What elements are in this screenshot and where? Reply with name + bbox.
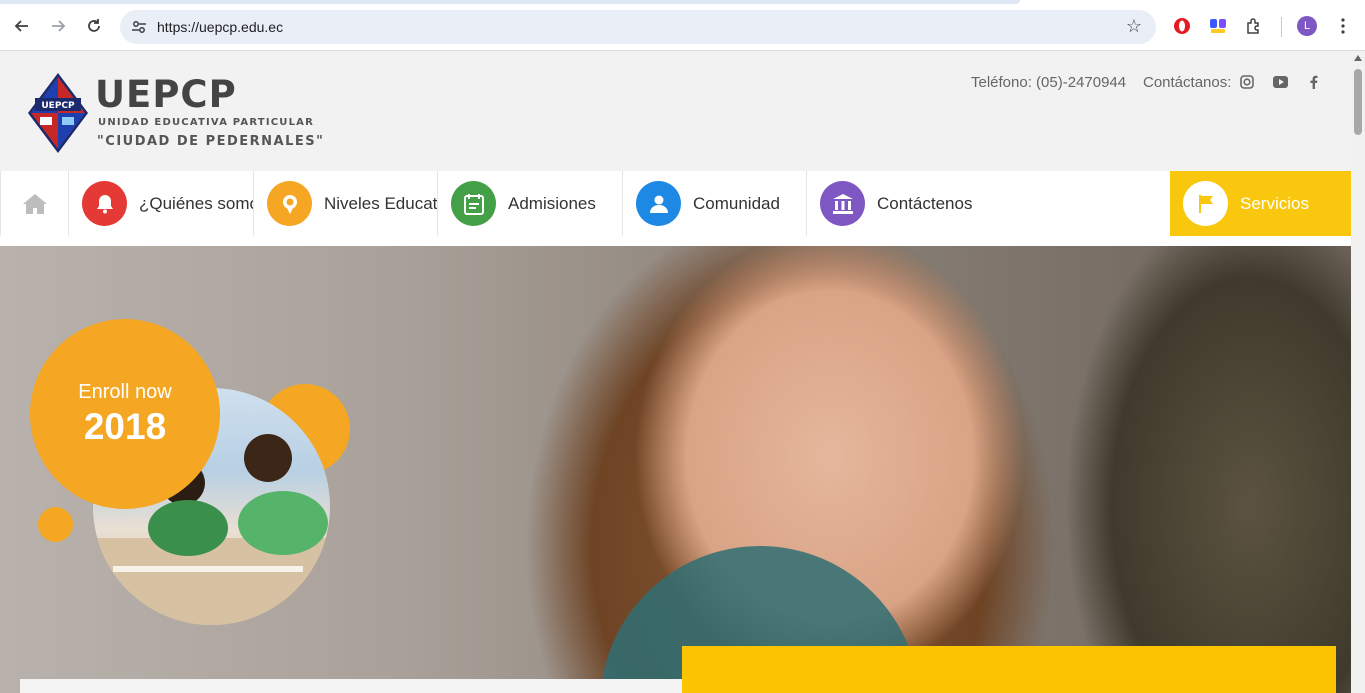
calendar-icon <box>451 181 496 226</box>
menu-label: ¿Quiénes somos? <box>139 193 253 213</box>
bank-icon <box>820 181 865 226</box>
menu-item-admisiones[interactable]: Admisiones <box>438 171 623 236</box>
menu-item-contactenos[interactable]: Contáctenos <box>807 171 992 236</box>
page-scrollbar[interactable] <box>1351 51 1365 693</box>
logo-text: UEPCP <box>41 101 75 111</box>
brand-subtitle: UNIDAD EDUCATIVA PARTICULAR <box>98 117 315 128</box>
content-panel <box>20 679 682 693</box>
hero-banner: Enroll now 2018 <box>0 246 1351 693</box>
reload-button[interactable] <box>82 14 106 38</box>
contact-label: Contáctanos: <box>1143 74 1232 91</box>
flag-icon <box>1183 181 1228 226</box>
tab-strip-edge <box>0 0 1020 4</box>
opera-extension-icon[interactable] <box>1172 16 1192 36</box>
url-text[interactable]: https://uepcp.edu.ec <box>157 19 283 35</box>
brand-name[interactable]: UEPCP <box>95 73 237 116</box>
arrow-right-icon <box>52 20 66 32</box>
arrow-left-icon <box>14 20 28 32</box>
menu-label: Admisiones <box>508 193 596 213</box>
translate-extension-icon[interactable] <box>1208 16 1228 36</box>
instagram-icon[interactable] <box>1239 74 1255 90</box>
services-label: Servicios <box>1240 193 1309 213</box>
back-button[interactable] <box>10 14 34 38</box>
reload-icon <box>88 19 100 32</box>
extensions-puzzle-icon[interactable] <box>1244 16 1264 36</box>
youtube-icon[interactable] <box>1272 74 1288 90</box>
phone-text: Teléfono: (05)-2470944 <box>971 74 1127 91</box>
bell-icon <box>82 181 127 226</box>
site-header: UEPCP UEPCP UNIDAD EDUCATIVA PARTICULAR … <box>0 51 1351 171</box>
profile-initial: L <box>1303 20 1311 32</box>
home-button[interactable] <box>0 171 69 236</box>
profile-avatar[interactable]: L <box>1297 16 1317 36</box>
decor-dot <box>38 507 73 542</box>
highlight-panel <box>682 646 1336 693</box>
school-logo[interactable]: UEPCP <box>26 71 90 155</box>
menu-item-niveles-educativos[interactable]: Niveles Educativos <box>254 171 438 236</box>
menu-label: Comunidad <box>693 193 780 213</box>
facebook-icon[interactable] <box>1305 74 1321 90</box>
scrollbar-thumb[interactable] <box>1354 69 1362 135</box>
menu-item-comunidad[interactable]: Comunidad <box>623 171 807 236</box>
enroll-text: Enroll now <box>78 380 172 403</box>
site-settings-icon[interactable] <box>130 18 148 36</box>
main-navigation: ¿Quiénes somos? Niveles Educativos Admis… <box>0 171 1351 246</box>
user-icon <box>636 181 681 226</box>
brand-subtitle-city: "CIUDAD DE PEDERNALES" <box>97 134 325 149</box>
enroll-now-badge[interactable]: Enroll now 2018 <box>30 319 220 509</box>
menu-item-quienes-somos[interactable]: ¿Quiénes somos? <box>69 171 254 236</box>
browser-menu-icon[interactable] <box>1333 16 1353 36</box>
address-bar[interactable]: https://uepcp.edu.ec ☆ <box>120 10 1156 44</box>
bookmark-star-icon[interactable]: ☆ <box>1126 16 1142 37</box>
award-icon <box>267 181 312 226</box>
scroll-up-arrow-icon[interactable] <box>1354 55 1362 61</box>
browser-toolbar: https://uepcp.edu.ec ☆ L <box>0 0 1365 51</box>
services-button[interactable]: Servicios <box>1170 171 1351 236</box>
home-icon <box>22 193 47 214</box>
enroll-year: 2018 <box>83 405 167 447</box>
menu-label: Contáctenos <box>877 193 973 213</box>
menu-label: Niveles Educativos <box>324 193 437 213</box>
toolbar-divider <box>1281 17 1282 37</box>
forward-button[interactable] <box>46 14 70 38</box>
